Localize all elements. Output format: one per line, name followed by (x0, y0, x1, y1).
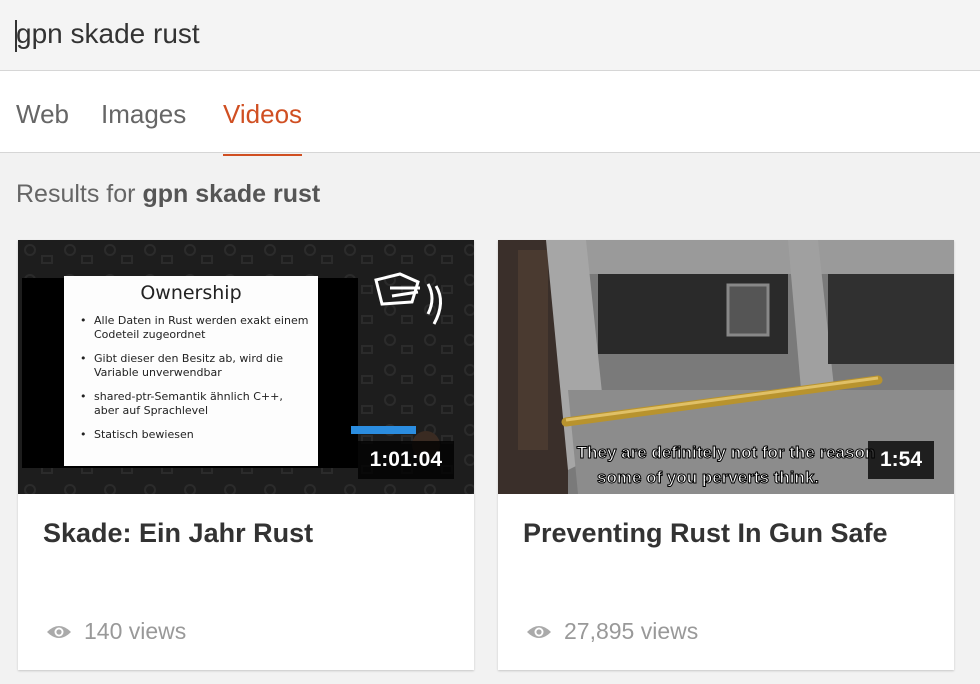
text-caret (15, 20, 17, 52)
duration-badge: 1:01:04 (357, 441, 454, 479)
slide-bullet: • Alle Daten in Rust werden exakt einem … (80, 314, 309, 341)
search-bar (0, 0, 980, 71)
subtitle-line: They are definitely not for the reason (577, 443, 876, 462)
results-prefix: Results for (16, 180, 136, 208)
subtitle-line: some of you perverts think. (597, 468, 819, 487)
eye-icon (47, 625, 71, 638)
slide-bullet: • Gibt dieser den Besitz ab, wird die Va… (80, 352, 283, 379)
view-count: 27,895 views (526, 618, 698, 645)
search-input[interactable] (16, 14, 956, 54)
view-count-text: 140 views (84, 618, 187, 644)
tab-videos[interactable]: Videos (223, 99, 303, 156)
results-heading: Results for gpn skade rust (16, 180, 320, 209)
eye-icon (527, 625, 551, 638)
slide-bullet: • shared-ptr-Semantik ähnlich C++, aber … (80, 390, 283, 417)
tab-images[interactable]: Images (101, 99, 186, 154)
video-card[interactable]: Ownership • Alle Daten in Rust werden ex… (18, 240, 474, 670)
tab-bar: Web Images Videos (0, 71, 980, 156)
results-query: gpn skade rust (142, 180, 321, 208)
tab-web[interactable]: Web (16, 99, 69, 154)
video-title[interactable]: Skade: Ein Jahr Rust (43, 518, 313, 549)
slide-content: Ownership • Alle Daten in Rust werden ex… (64, 276, 318, 466)
video-thumbnail[interactable]: They are definitely not for the reason s… (498, 240, 954, 494)
slide-heading: Ownership (140, 282, 242, 304)
view-count: 140 views (46, 618, 186, 645)
view-count-text: 27,895 views (564, 618, 699, 644)
slide-bullet: • Statisch bewiesen (80, 428, 194, 441)
duration-badge: 1:54 (867, 441, 934, 479)
video-card[interactable]: They are definitely not for the reason s… (498, 240, 954, 670)
video-title[interactable]: Preventing Rust In Gun Safe (523, 518, 888, 549)
video-thumbnail[interactable]: Ownership • Alle Daten in Rust werden ex… (18, 240, 474, 494)
